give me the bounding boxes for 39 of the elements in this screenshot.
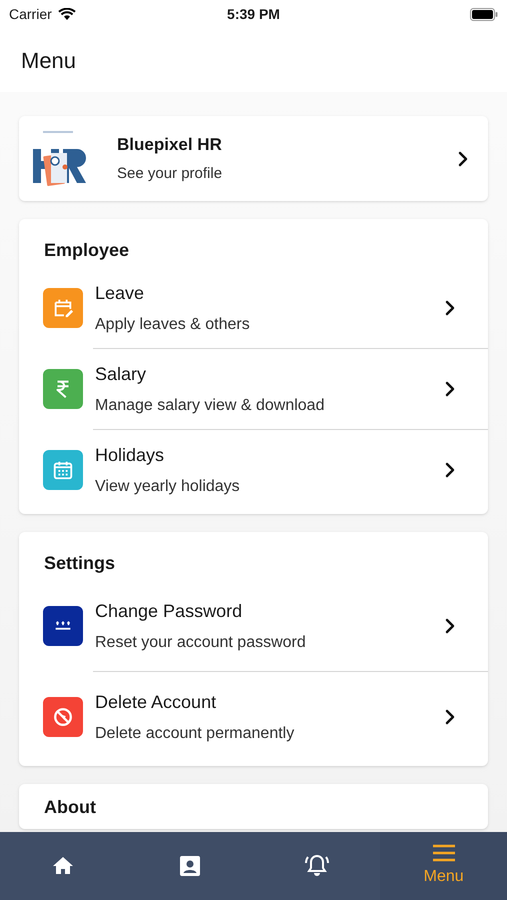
menu-item[interactable]: Delete Account Delete account permanently	[19, 672, 488, 762]
section-heading: Employee	[43, 239, 130, 262]
menu-item[interactable]: Change Password Reset your account password	[19, 581, 488, 671]
menu-item[interactable]: Holidays View yearly holidays	[19, 430, 488, 510]
section-heading: Settings	[43, 552, 116, 575]
page-title: Menu	[21, 46, 76, 74]
bell-ringing-icon	[302, 853, 331, 879]
menu-item[interactable]: Leave Apply leaves & others	[19, 268, 488, 348]
menu-icon	[432, 843, 456, 863]
tab[interactable]: Menu	[380, 832, 507, 900]
item-title: Holidays	[95, 444, 166, 467]
item-subtitle: Reset your account password	[95, 632, 307, 652]
profile-name: Bluepixel HR	[117, 134, 223, 156]
clock-time: 5:39 PM	[227, 4, 280, 24]
chevron-right-icon	[445, 381, 455, 397]
wifi-icon	[58, 8, 76, 20]
item-subtitle: View yearly holidays	[95, 476, 241, 496]
chevron-right-icon	[445, 462, 455, 478]
item-subtitle: Manage salary view & download	[95, 396, 326, 416]
no-entry-icon	[52, 706, 74, 728]
profile-subtitle: See your profile	[117, 164, 224, 184]
item-subtitle: Delete account permanently	[95, 724, 296, 744]
item-title: Delete Account	[95, 690, 218, 714]
carrier-label: Carrier	[9, 4, 52, 24]
chevron-right-icon	[458, 150, 468, 166]
item-title: Leave	[95, 282, 146, 304]
menu-item[interactable]: Salary Manage salary view & download	[19, 349, 488, 429]
battery-icon	[470, 8, 498, 20]
item-title: Change Password	[95, 600, 244, 623]
item-title: Salary	[95, 362, 148, 386]
chevron-right-icon	[445, 618, 455, 634]
chevron-right-icon	[445, 300, 455, 316]
contact-card-icon	[178, 854, 202, 878]
calendar-icon	[52, 459, 74, 481]
section-heading: About	[43, 796, 97, 819]
chevron-right-icon	[445, 709, 455, 725]
calendar-edit-icon	[52, 297, 74, 319]
item-subtitle: Apply leaves & others	[95, 314, 251, 334]
profile-card[interactable]: Bluepixel HR See your profile	[19, 116, 488, 201]
